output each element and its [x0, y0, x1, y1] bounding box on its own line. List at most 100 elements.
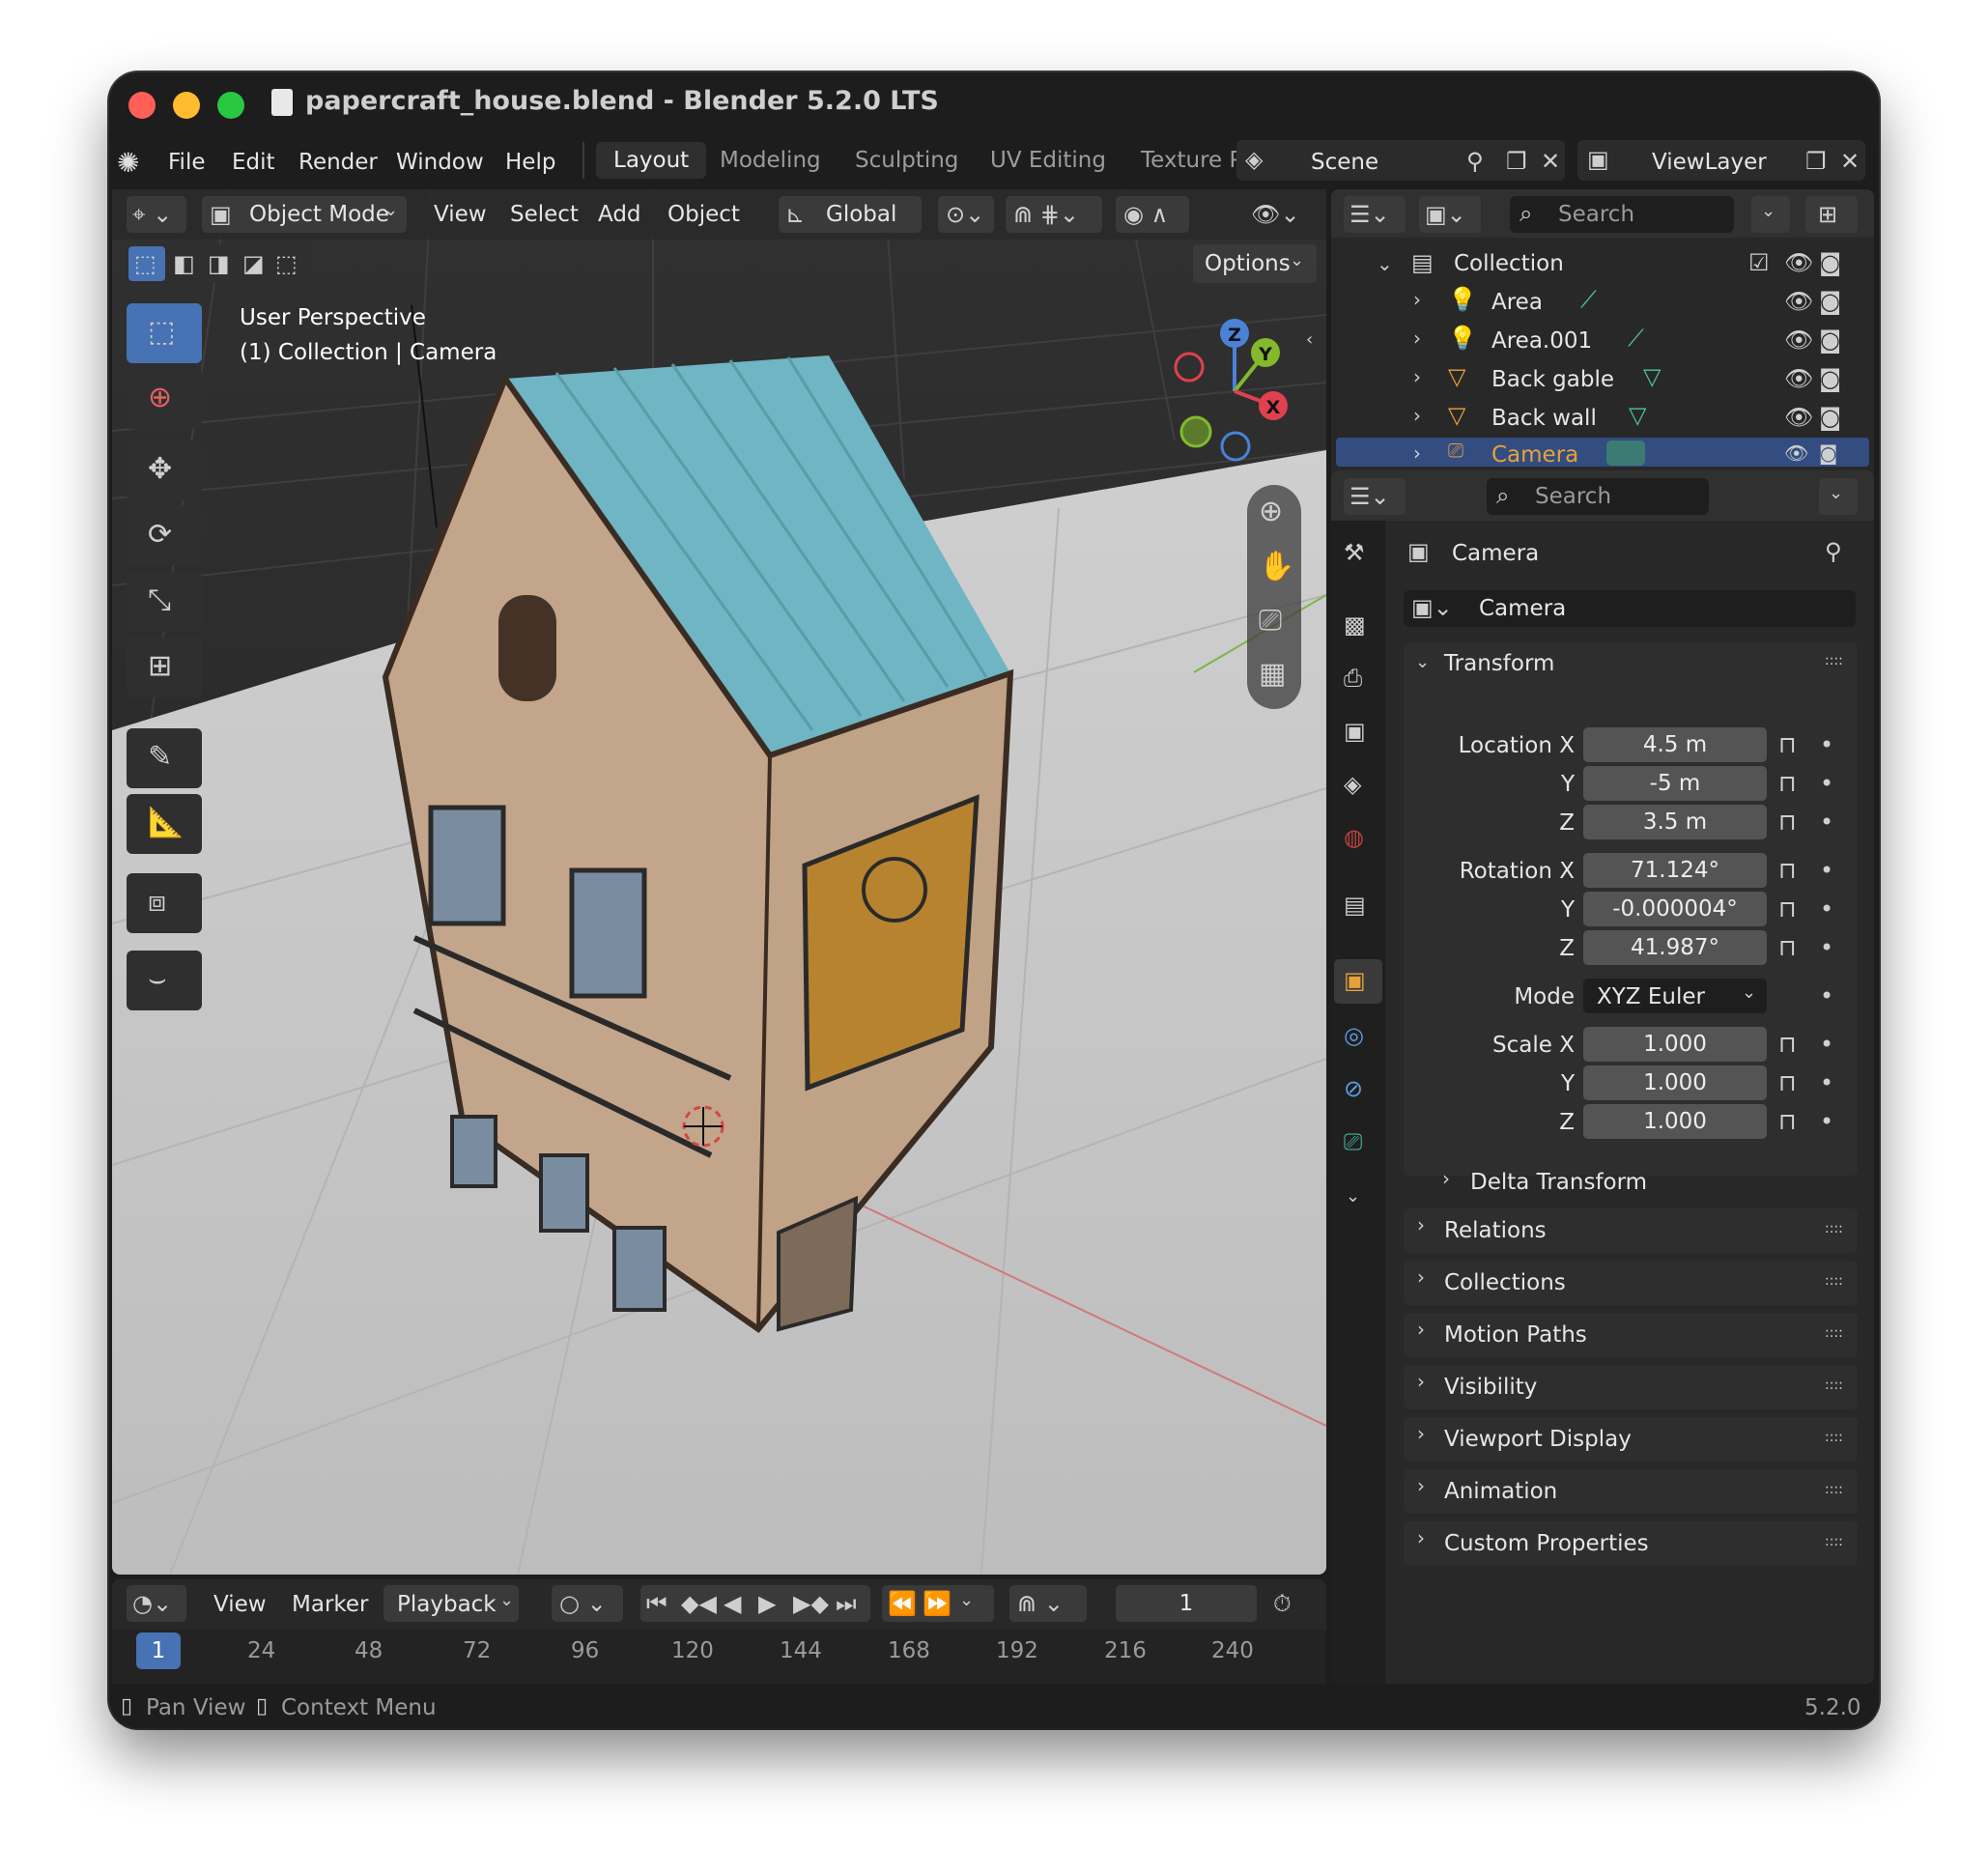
lock-icon[interactable]: ⊓: [1778, 1110, 1797, 1133]
drag-handle-icon[interactable]: ::::: [1825, 1222, 1843, 1235]
chevron-right-icon[interactable]: ›: [1413, 328, 1421, 348]
pin-scene-icon[interactable]: ⚲: [1466, 150, 1484, 173]
sidebar-toggle-icon[interactable]: ‹: [1306, 331, 1313, 349]
keyframe-dot-icon[interactable]: •: [1820, 1033, 1833, 1056]
play-icon[interactable]: ▶: [758, 1592, 776, 1615]
hand-pan-icon[interactable]: ✋: [1259, 553, 1294, 582]
close-window-button[interactable]: [128, 92, 156, 119]
scene-name[interactable]: Scene: [1311, 150, 1378, 175]
camera-render-icon[interactable]: ◙: [1819, 443, 1837, 463]
menu-help[interactable]: Help: [505, 150, 555, 175]
lock-icon[interactable]: ⊓: [1778, 936, 1797, 959]
menu-render[interactable]: Render: [298, 150, 378, 175]
outliner-collection-label[interactable]: Collection: [1454, 251, 1564, 276]
location-z-field[interactable]: 3.5 m: [1583, 805, 1767, 839]
rotation-y-field[interactable]: -0.000004°: [1583, 892, 1767, 926]
visibility-icon[interactable]: 👁⌄: [1251, 203, 1300, 226]
tab-uv-editing[interactable]: UV Editing: [973, 142, 1123, 179]
viewport-menu-view[interactable]: View: [434, 202, 487, 227]
tab-modeling[interactable]: Modeling: [702, 142, 838, 179]
new-scene-icon[interactable]: ❐: [1506, 150, 1527, 173]
eye-icon[interactable]: 👁: [1784, 367, 1813, 390]
perspective-grid-icon[interactable]: ▦: [1259, 660, 1286, 689]
chevron-down-icon[interactable]: ⌄: [1415, 654, 1430, 671]
jump-end-icon[interactable]: ⏭: [836, 1592, 857, 1615]
camera-render-icon[interactable]: ◙: [1819, 328, 1841, 352]
keyframe-dot-icon[interactable]: •: [1820, 859, 1833, 882]
keyframe-dot-icon[interactable]: •: [1820, 1110, 1833, 1133]
camera-view-icon[interactable]: ⎚: [1259, 607, 1282, 636]
output-properties-icon[interactable]: ⎙: [1344, 667, 1362, 690]
camera-render-icon[interactable]: ◙: [1819, 251, 1841, 274]
prev-keyframe-icon[interactable]: ◆◀: [681, 1592, 717, 1615]
timeline-menu-view[interactable]: View: [213, 1592, 267, 1617]
pin-icon[interactable]: ⚲: [1825, 540, 1842, 563]
lock-icon[interactable]: ⊓: [1778, 1071, 1797, 1094]
stopwatch-icon[interactable]: ⏱: [1273, 1592, 1292, 1615]
viewport-area[interactable]: [112, 189, 1326, 1575]
navigation-gizmo[interactable]: Z Y X: [1152, 309, 1317, 473]
jump-start-icon[interactable]: ⏮: [646, 1592, 667, 1615]
drag-handle-icon[interactable]: ::::: [1825, 1378, 1843, 1392]
eye-icon[interactable]: 👁: [1784, 328, 1813, 352]
keyframe-dot-icon[interactable]: •: [1820, 733, 1833, 756]
drag-handle-icon[interactable]: ::::: [1825, 1326, 1843, 1340]
viewport-menu-select[interactable]: Select: [510, 202, 579, 227]
scene-properties-icon[interactable]: ◈: [1344, 773, 1361, 796]
rotation-x-field[interactable]: 71.124°: [1583, 853, 1767, 888]
lock-icon[interactable]: ⊓: [1778, 733, 1797, 756]
physics-properties-icon[interactable]: ◎: [1344, 1024, 1364, 1047]
next-keyframe-icon[interactable]: ▶◆: [793, 1592, 829, 1615]
camera-render-icon[interactable]: ◙: [1819, 406, 1841, 429]
minimize-window-button[interactable]: [173, 92, 200, 119]
keyframe-dot-icon[interactable]: •: [1820, 810, 1833, 834]
location-x-field[interactable]: 4.5 m: [1583, 727, 1767, 762]
view-layer-name[interactable]: ViewLayer: [1652, 150, 1767, 175]
blender-logo-icon[interactable]: ✺: [117, 150, 139, 177]
eye-icon[interactable]: 👁: [1784, 443, 1808, 463]
select-invert-icon[interactable]: ◪: [242, 252, 265, 275]
keyframe-dot-icon[interactable]: •: [1820, 984, 1833, 1008]
constraints-properties-icon[interactable]: ⊘: [1344, 1077, 1363, 1100]
chevron-down-icon[interactable]: ⌄: [1346, 1188, 1360, 1206]
drag-handle-icon[interactable]: ::::: [1825, 1431, 1843, 1444]
select-extend-icon[interactable]: ◧: [173, 252, 195, 275]
eye-icon[interactable]: 👁: [1784, 290, 1813, 313]
chevron-right-icon[interactable]: ›: [1413, 367, 1421, 386]
world-properties-icon[interactable]: ◍: [1344, 826, 1364, 849]
drag-handle-icon[interactable]: ::::: [1825, 1535, 1843, 1548]
current-frame-field[interactable]: 1: [1116, 1585, 1257, 1622]
scale-y-field[interactable]: 1.000: [1583, 1065, 1767, 1100]
viewport-menu-add[interactable]: Add: [598, 202, 641, 227]
object-datablock-field[interactable]: [1404, 590, 1856, 627]
scale-x-field[interactable]: 1.000: [1583, 1027, 1767, 1062]
maximize-window-button[interactable]: [217, 92, 244, 119]
lock-icon[interactable]: ⊓: [1778, 772, 1797, 795]
menu-window[interactable]: Window: [396, 150, 484, 175]
location-y-field[interactable]: -5 m: [1583, 766, 1767, 801]
step-back-icon[interactable]: ⏪: [888, 1592, 917, 1615]
chevron-right-icon[interactable]: ›: [1413, 406, 1421, 425]
chevron-right-icon[interactable]: ›: [1413, 443, 1421, 463]
delete-view-layer-icon[interactable]: ✕: [1840, 150, 1860, 173]
chevron-right-icon[interactable]: ›: [1413, 290, 1421, 309]
keyframe-dot-icon[interactable]: •: [1820, 1071, 1833, 1094]
view-layer-properties-icon[interactable]: ▣: [1344, 720, 1366, 743]
viewport-menu-object[interactable]: Object: [667, 202, 740, 227]
camera-render-icon[interactable]: ◙: [1819, 290, 1841, 313]
delta-transform-header[interactable]: Delta Transform: [1470, 1170, 1647, 1195]
eye-icon[interactable]: 👁: [1784, 251, 1813, 274]
rotation-z-field[interactable]: 41.987°: [1583, 930, 1767, 965]
drag-handle-icon[interactable]: ::::: [1825, 1483, 1843, 1496]
tab-layout[interactable]: Layout: [596, 142, 707, 179]
select-intersect-icon[interactable]: ⬚: [275, 252, 298, 275]
viewport-scene[interactable]: [112, 189, 1326, 1575]
keyframe-dot-icon[interactable]: •: [1820, 897, 1833, 921]
drag-handle-icon[interactable]: ::::: [1825, 654, 1843, 667]
tab-sculpting[interactable]: Sculpting: [838, 142, 976, 179]
chevron-right-icon[interactable]: ›: [1442, 1169, 1450, 1188]
step-forward-icon[interactable]: ⏩: [923, 1592, 951, 1615]
delete-scene-icon[interactable]: ✕: [1541, 150, 1560, 173]
lock-icon[interactable]: ⊓: [1778, 859, 1797, 882]
lock-icon[interactable]: ⊓: [1778, 1033, 1797, 1056]
